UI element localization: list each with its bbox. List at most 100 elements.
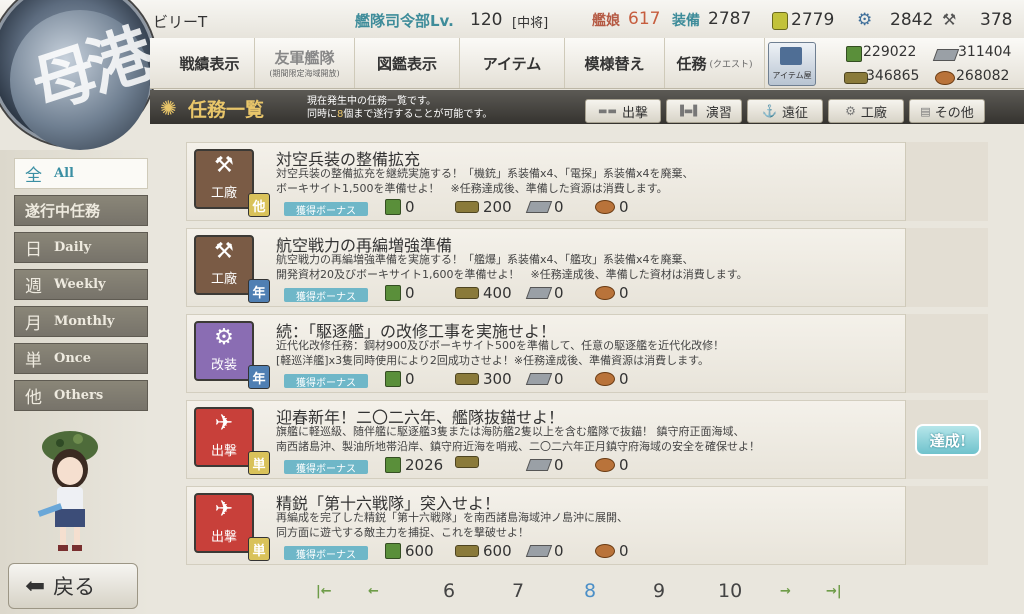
ammo-icon xyxy=(455,545,479,557)
reward-fuel: 0 xyxy=(385,284,415,302)
page-number[interactable]: 10 xyxy=(718,580,742,602)
steel-icon xyxy=(525,373,553,385)
tab-expedition[interactable]: ⚓ 遠征 xyxy=(747,99,823,123)
page-number[interactable]: 6 xyxy=(443,580,455,602)
bucket-icon xyxy=(772,12,788,30)
nav-furniture[interactable]: 模様替え xyxy=(565,38,665,88)
nav-friend-fleet[interactable]: 友軍艦隊 (期間限定海域開放) xyxy=(255,38,355,88)
hammer-icon: ⚒ xyxy=(214,153,234,178)
filter-daily[interactable]: 日 Daily xyxy=(14,232,148,263)
filter-others[interactable]: 他 Others xyxy=(14,380,148,411)
quest-category-icon: ✈ 出撃 xyxy=(194,407,254,467)
quest-type-badge: 他 xyxy=(248,193,270,217)
fuel-icon xyxy=(385,371,401,387)
fuel-icon xyxy=(385,199,401,215)
bonus-label: 獲得ボーナス xyxy=(284,202,368,217)
steel-icon xyxy=(525,287,553,299)
filter-in-progress[interactable]: 遂行中任務 xyxy=(14,195,148,226)
item-shop-button[interactable]: アイテム屋 xyxy=(768,42,816,86)
back-button[interactable]: ⬅ 戻る xyxy=(8,563,138,609)
reward-bauxite: 0 xyxy=(595,284,629,302)
nav-items[interactable]: アイテム xyxy=(460,38,565,88)
quest-description: 航空戦力の再編増強準備を実施する！「艦爆」系装備x4、「艦攻」系装備x4を廃棄、… xyxy=(276,253,748,281)
steel-value: 346865 xyxy=(866,68,920,84)
steel-icon xyxy=(525,545,553,557)
fuel-value: 229022 xyxy=(863,44,917,60)
ammo-icon xyxy=(455,287,479,299)
quest-status-cell xyxy=(905,486,988,565)
quest-status-cell xyxy=(905,228,988,307)
dev-material-icon: ⚙ xyxy=(857,10,873,30)
filter-once[interactable]: 単 Once xyxy=(14,343,148,374)
tab-other[interactable]: ▤ その他 xyxy=(909,99,985,123)
quest-type-badge: 年 xyxy=(248,279,270,303)
next-page-arrow[interactable]: → xyxy=(780,584,791,599)
reward-steel: 0 xyxy=(525,456,564,474)
steel-icon xyxy=(525,201,553,213)
reward-steel: 0 xyxy=(525,198,564,216)
hammer-icon: ⚒ xyxy=(942,10,957,29)
tab-arsenal[interactable]: ⚙ 工廠 xyxy=(828,99,904,123)
nav-quests[interactable]: 任務 (クエスト) xyxy=(665,38,765,88)
plane-icon: ✈ xyxy=(214,411,234,436)
quest-category-icon: ✈ 出撃 xyxy=(194,493,254,553)
plane-icon: ✈ xyxy=(214,497,234,522)
back-arrow-icon: ⬅ xyxy=(25,572,46,600)
tab-sortie[interactable]: ▬▬ 出撃 xyxy=(585,99,661,123)
book-icon: ▤ xyxy=(920,104,931,118)
filter-monthly[interactable]: 月 Monthly xyxy=(14,306,148,337)
secretary-ship-girl xyxy=(37,431,98,551)
hammer-icon: ⚒ xyxy=(214,239,234,264)
tab-exercise[interactable]: ▐▬▌ 演習 xyxy=(666,99,742,123)
ship-count-value: 617 xyxy=(628,9,661,29)
hq-rank: [中将] xyxy=(512,16,549,31)
reward-ammo xyxy=(455,456,483,468)
steel-icon xyxy=(932,49,960,61)
bauxite-icon xyxy=(595,372,615,386)
dev-material-value: 2842 xyxy=(890,10,934,30)
quest-status-cell xyxy=(905,314,988,393)
nav-library[interactable]: 図鑑表示 xyxy=(355,38,460,88)
quest-category-icon: ⚒ 工廠 xyxy=(194,149,254,209)
quest-type-badge: 単 xyxy=(248,451,270,475)
reward-fuel: 600 xyxy=(385,542,434,560)
quest-category-icon: ⚒ 工廠 xyxy=(194,235,254,295)
bonus-label: 獲得ボーナス xyxy=(284,546,368,561)
ship-icon: ▬▬ xyxy=(598,105,617,117)
quest-achieved-badge[interactable]: 達成! xyxy=(915,424,981,456)
hq-level-label: 艦隊司令部Lv. xyxy=(355,12,454,30)
bauxite-value: 268082 xyxy=(956,68,1010,84)
reward-bauxite: 0 xyxy=(595,370,629,388)
fuel-icon xyxy=(385,285,401,301)
nav-record[interactable]: 戦績表示 xyxy=(165,38,255,88)
page-number[interactable]: 9 xyxy=(653,580,665,602)
bauxite-icon xyxy=(595,458,615,472)
quest-category-icon: ⚙ 改装 xyxy=(194,321,254,381)
bauxite-icon xyxy=(595,286,615,300)
page-title: 任務一覧 xyxy=(188,99,265,121)
prev-page-arrow[interactable]: ← xyxy=(368,584,379,599)
quest-type-badge: 単 xyxy=(248,537,270,561)
wrench-icon: ⚙ xyxy=(845,104,856,118)
bonus-label: 獲得ボーナス xyxy=(284,288,368,303)
page-number[interactable]: 7 xyxy=(512,580,524,602)
reward-fuel: 0 xyxy=(385,198,415,216)
last-page-arrow[interactable]: →| xyxy=(826,584,842,599)
bauxite-icon xyxy=(935,71,955,85)
ship-count-label: 艦娘 xyxy=(592,13,620,29)
current-page-number[interactable]: 8 xyxy=(584,580,596,602)
equip-count-label: 装備 xyxy=(672,13,700,29)
filter-all[interactable]: 全 All xyxy=(14,158,148,189)
bauxite-icon xyxy=(595,544,615,558)
ammo-icon xyxy=(844,72,868,84)
bonus-label: 獲得ボーナス xyxy=(284,460,368,475)
hammer-value: 378 xyxy=(980,10,1013,30)
bonus-label: 獲得ボーナス xyxy=(284,374,368,389)
fuel-icon xyxy=(846,46,862,62)
first-page-arrow[interactable]: |← xyxy=(316,584,332,599)
gear-icon: ✺ xyxy=(160,96,177,120)
header-description: 現在発生中の任務一覧です。 同時に8個まで遂行することが可能です。 xyxy=(307,96,493,120)
filter-weekly[interactable]: 週 Weekly xyxy=(14,269,148,300)
ammo-icon xyxy=(455,373,479,385)
exercise-icon: ▐▬▌ xyxy=(676,105,701,117)
